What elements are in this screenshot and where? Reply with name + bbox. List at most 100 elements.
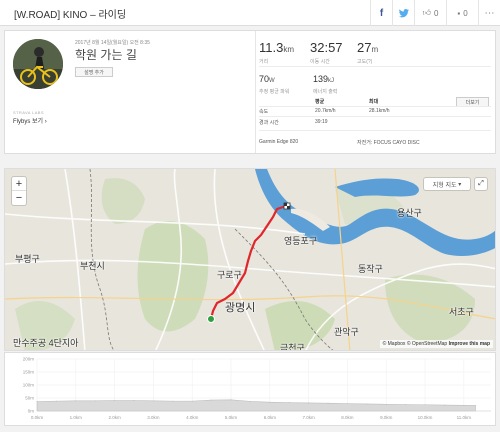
y-tick-label: 200m bbox=[23, 357, 35, 362]
osm-attribution[interactable]: © OpenStreetMap bbox=[407, 341, 447, 347]
elevation-point bbox=[75, 400, 77, 402]
zoom-out-button[interactable]: − bbox=[12, 191, 26, 205]
elevation-point bbox=[475, 405, 476, 406]
map-type-select[interactable]: 지형 지도 ▾ bbox=[424, 178, 470, 190]
zoom-controls: + − bbox=[12, 177, 26, 205]
elapsed-label: 경과 시간 bbox=[259, 120, 279, 126]
x-tick-label: 6.0km bbox=[264, 415, 277, 420]
power-value: 70 bbox=[259, 74, 270, 84]
elevation-point bbox=[424, 404, 426, 406]
x-tick-label: 8.0km bbox=[341, 415, 354, 420]
elevation-point bbox=[211, 399, 213, 401]
avatar[interactable] bbox=[13, 39, 63, 89]
moving-time-label: 이동 시간 bbox=[310, 59, 330, 65]
divider bbox=[259, 66, 491, 67]
elevation-value: 27 bbox=[357, 40, 372, 55]
bike-value: FOCUS CAYO DISC bbox=[373, 140, 420, 146]
page-header: [W.ROAD] KINO – 라이딩 f 👍︎ 0 ▪ 0 ⋯ bbox=[0, 0, 500, 26]
map-label: 관악구 bbox=[334, 327, 359, 337]
elevation-point bbox=[366, 403, 368, 405]
page-title: [W.ROAD] KINO – 라이딩 bbox=[14, 10, 127, 21]
elevation-canvas: 200m 150m 100m 50m 0m0.0km 1.0km 2.0km 3.0km 4.0… bbox=[23, 357, 491, 420]
map-label: 광명시 bbox=[225, 302, 256, 314]
elevation-point bbox=[444, 404, 445, 406]
facebook-share-button[interactable]: f bbox=[370, 0, 392, 26]
elevation-point bbox=[191, 400, 193, 402]
distance-unit: km bbox=[283, 45, 295, 54]
elevation-point bbox=[405, 404, 407, 405]
distance-value: 11.3 bbox=[259, 40, 284, 55]
divider bbox=[259, 116, 491, 117]
elevation-point bbox=[347, 403, 348, 405]
elevation-point bbox=[94, 400, 96, 402]
x-tick-label: 5.0km bbox=[225, 415, 238, 420]
elevation-point bbox=[153, 400, 154, 402]
social-actions: f 👍︎ 0 ▪ 0 ⋯ bbox=[370, 0, 500, 26]
like-count: 0 bbox=[433, 8, 439, 18]
stat-distance: 11.3km 거리 bbox=[259, 39, 294, 65]
x-tick-label: 4.0km bbox=[186, 415, 199, 420]
fullscreen-button[interactable]: ⤢ bbox=[475, 178, 487, 190]
x-tick-label: 2.0km bbox=[108, 415, 121, 420]
chevron-down-icon: ▾ bbox=[458, 181, 462, 188]
flyby-link[interactable]: Flybys 보기 › bbox=[13, 116, 47, 125]
comment-count: 0 bbox=[463, 8, 468, 18]
route-map[interactable]: 용산구 영등포구 동작구 부평구 부천시 구로구 광명시 서초구 관악구 만수주… bbox=[4, 168, 496, 351]
bike-label: 자전거: bbox=[357, 140, 373, 146]
y-tick-label: 50m bbox=[25, 396, 34, 401]
elevation-point bbox=[269, 401, 271, 403]
twitter-icon bbox=[398, 8, 409, 17]
speed-max-unit: km/h bbox=[378, 108, 390, 114]
elevation-area bbox=[36, 399, 476, 412]
y-tick-label: 100m bbox=[23, 383, 35, 388]
elevation-point bbox=[463, 404, 465, 406]
elevation-point bbox=[36, 401, 38, 403]
more-icon: ⋯ bbox=[484, 7, 495, 19]
x-tick-label: 9.0km bbox=[380, 415, 393, 420]
energy-value: 139 bbox=[313, 74, 329, 84]
energy-unit: kJ bbox=[328, 78, 335, 84]
map-label: 부천시 bbox=[80, 261, 105, 271]
elevation-point bbox=[250, 400, 251, 402]
elapsed-value: 39:19 bbox=[315, 119, 328, 125]
elevation-label[interactable]: 고도(?) bbox=[357, 58, 378, 65]
elevation-point bbox=[385, 403, 387, 405]
divider bbox=[255, 31, 256, 153]
activity-title[interactable]: 학원 가는 길 bbox=[75, 46, 137, 63]
y-tick-label: 0m bbox=[28, 409, 35, 414]
like-button[interactable]: 👍︎ 0 bbox=[414, 0, 446, 26]
divider bbox=[259, 130, 491, 131]
divider bbox=[259, 106, 491, 107]
speed-avg: 20.7km/h bbox=[315, 108, 336, 114]
map-label: 만수주공 4단지아 bbox=[13, 338, 79, 348]
x-tick-label: 10.0km bbox=[418, 415, 433, 420]
mapbox-attribution[interactable]: © Mapbox bbox=[383, 341, 406, 347]
stat-moving-time: 32:57 이동 시간 bbox=[310, 39, 343, 65]
facebook-icon: f bbox=[379, 7, 384, 19]
expand-icon: ⤢ bbox=[478, 180, 484, 187]
zoom-in-button[interactable]: + bbox=[12, 177, 26, 191]
bike-info: 자전거: FOCUS CAYO DISC bbox=[357, 139, 420, 146]
improve-map-link[interactable]: Improve this map bbox=[449, 341, 490, 347]
map-attribution: © Mapbox © OpenStreetMap Improve this ma… bbox=[379, 340, 493, 348]
comment-icon: ▪ bbox=[457, 8, 461, 18]
strava-labs-label: STRAVA LABS bbox=[13, 110, 44, 115]
more-options-button[interactable]: ⋯ bbox=[478, 0, 500, 26]
y-tick-label: 150m bbox=[23, 370, 35, 375]
comment-button[interactable]: ▪ 0 bbox=[446, 0, 478, 26]
map-canvas[interactable] bbox=[5, 169, 496, 351]
twitter-share-button[interactable] bbox=[392, 0, 414, 26]
elevation-point bbox=[230, 399, 232, 401]
stat-elevation: 27m 고도(?) bbox=[357, 39, 378, 65]
elevation-point bbox=[133, 400, 135, 401]
stat-power: 70W 추정 평균 파워 bbox=[259, 69, 289, 95]
map-type-label: 지형 지도 bbox=[432, 182, 457, 189]
start-marker bbox=[207, 315, 215, 323]
map-label: 서초구 bbox=[449, 307, 474, 317]
chevron-right-icon: › bbox=[44, 119, 47, 125]
elevation-chart[interactable]: 200m 150m 100m 50m 0m 0.0km 1.0km 2.0km 3.0km 4.0… bbox=[4, 352, 496, 426]
add-description-button[interactable]: 설명 추가 bbox=[75, 67, 113, 77]
elevation-point bbox=[308, 402, 310, 404]
flyby-link-label: Flybys 보기 bbox=[13, 119, 44, 125]
activity-date: 2017년 8월 14일(월요일) 오전 8:35 bbox=[75, 40, 150, 46]
